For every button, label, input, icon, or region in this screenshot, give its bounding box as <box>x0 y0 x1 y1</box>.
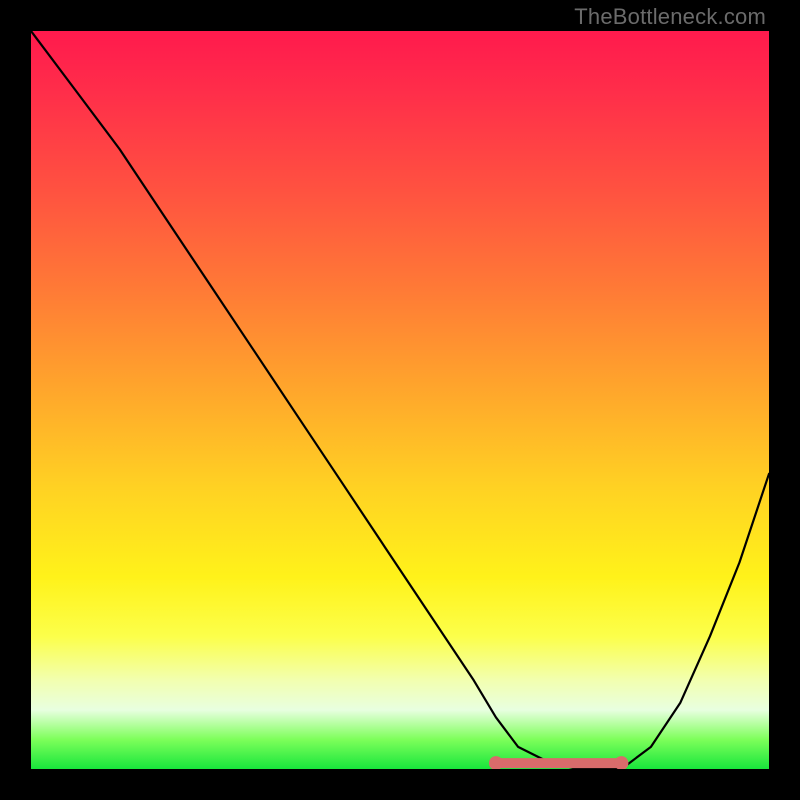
watermark-text: TheBottleneck.com <box>574 4 766 30</box>
marker-left <box>489 756 503 769</box>
curve-group <box>31 31 769 769</box>
marker-right <box>614 756 628 769</box>
outer-frame: TheBottleneck.com <box>0 0 800 800</box>
plot-area <box>31 31 769 769</box>
bottleneck-curve <box>31 31 769 769</box>
chart-svg <box>31 31 769 769</box>
